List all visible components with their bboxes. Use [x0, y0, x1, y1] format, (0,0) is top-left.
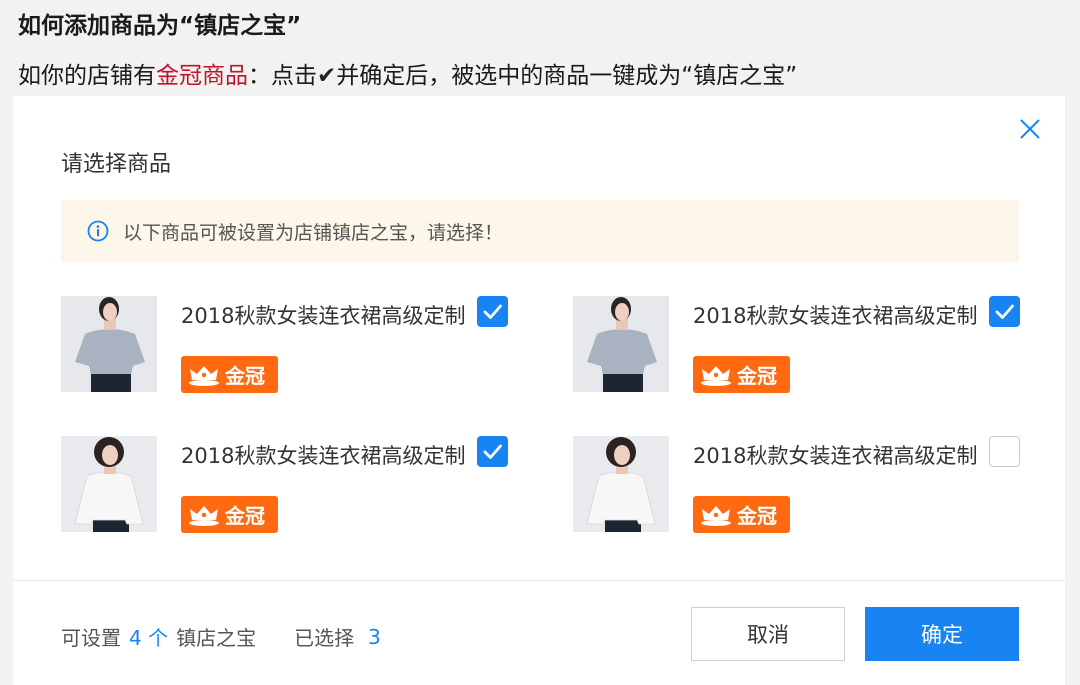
product-checkbox[interactable]: [477, 436, 508, 467]
selected-count: 3: [368, 624, 381, 649]
product-item: 2018秋款女装连衣裙高级定制 金冠: [573, 296, 1033, 396]
product-item: 2018秋款女装连衣裙高级定制 金冠: [573, 436, 1033, 536]
intro-title: 如何添加商品为“镇店之宝”: [18, 13, 302, 39]
notice-banner: 以下商品可被设置为店铺镇店之宝，请选择！: [61, 200, 1019, 262]
intro-text-after: 并确定后，被选中的商品一键成为“镇店之宝”: [336, 63, 798, 89]
product-title: 2018秋款女装连衣裙高级定制: [693, 444, 978, 468]
crown-icon: [701, 505, 731, 526]
product-thumbnail: [61, 296, 157, 392]
intro-text-before: 如你的店铺有: [18, 63, 156, 89]
badge-label: 金冠: [737, 364, 777, 388]
confirm-button[interactable]: 确定: [865, 607, 1019, 661]
footer-divider: [13, 580, 1065, 581]
product-thumbnail: [573, 436, 669, 532]
close-icon[interactable]: [1015, 114, 1045, 144]
intro-text-mid: ：点击: [248, 63, 317, 89]
intro-section: 如何添加商品为“镇店之宝” 如你的店铺有金冠商品：点击✔并确定后，被选中的商品一…: [18, 8, 1068, 98]
product-checkbox[interactable]: [989, 436, 1020, 467]
badge-label: 金冠: [225, 504, 265, 528]
product-title: 2018秋款女装连衣裙高级定制: [693, 304, 978, 328]
intro-highlight: 金冠商品: [156, 63, 248, 89]
gold-crown-badge: 金冠: [693, 356, 790, 393]
product-title: 2018秋款女装连衣裙高级定制: [181, 304, 466, 328]
notice-text: 以下商品可被设置为店铺镇店之宝，请选择！: [123, 221, 504, 244]
product-checkbox[interactable]: [989, 296, 1020, 327]
dialog-title: 请选择商品: [61, 152, 172, 177]
product-title: 2018秋款女装连衣裙高级定制: [181, 444, 466, 468]
info-icon: [87, 220, 109, 242]
crown-icon: [189, 365, 219, 386]
crown-icon: [189, 505, 219, 526]
can-set-label: 可设置: [61, 626, 121, 650]
gold-crown-badge: 金冠: [181, 356, 278, 393]
product-item: 2018秋款女装连衣裙高级定制 金冠: [61, 296, 521, 396]
gold-crown-badge: 金冠: [693, 496, 790, 533]
badge-label: 金冠: [737, 504, 777, 528]
product-checkbox[interactable]: [477, 296, 508, 327]
gold-crown-badge: 金冠: [181, 496, 278, 533]
crown-icon: [701, 365, 731, 386]
selection-summary: 可设置 4 个 镇店之宝 已选择 3: [61, 622, 389, 651]
product-thumbnail: [61, 436, 157, 532]
can-set-count: 4 个: [129, 626, 169, 650]
can-set-suffix: 镇店之宝: [176, 626, 257, 650]
selected-label: 已选择: [294, 626, 355, 650]
product-item: 2018秋款女装连衣裙高级定制 金冠: [61, 436, 521, 536]
checkmark-icon: ✔: [317, 63, 337, 89]
intro-description: 如你的店铺有金冠商品：点击✔并确定后，被选中的商品一键成为“镇店之宝”: [18, 54, 1068, 98]
badge-label: 金冠: [225, 364, 265, 388]
select-products-dialog: 请选择商品 以下商品可被设置为店铺镇店之宝，请选择！ 2018秋款女装连衣裙高级…: [13, 96, 1065, 685]
cancel-button[interactable]: 取消: [691, 607, 845, 661]
product-thumbnail: [573, 296, 669, 392]
